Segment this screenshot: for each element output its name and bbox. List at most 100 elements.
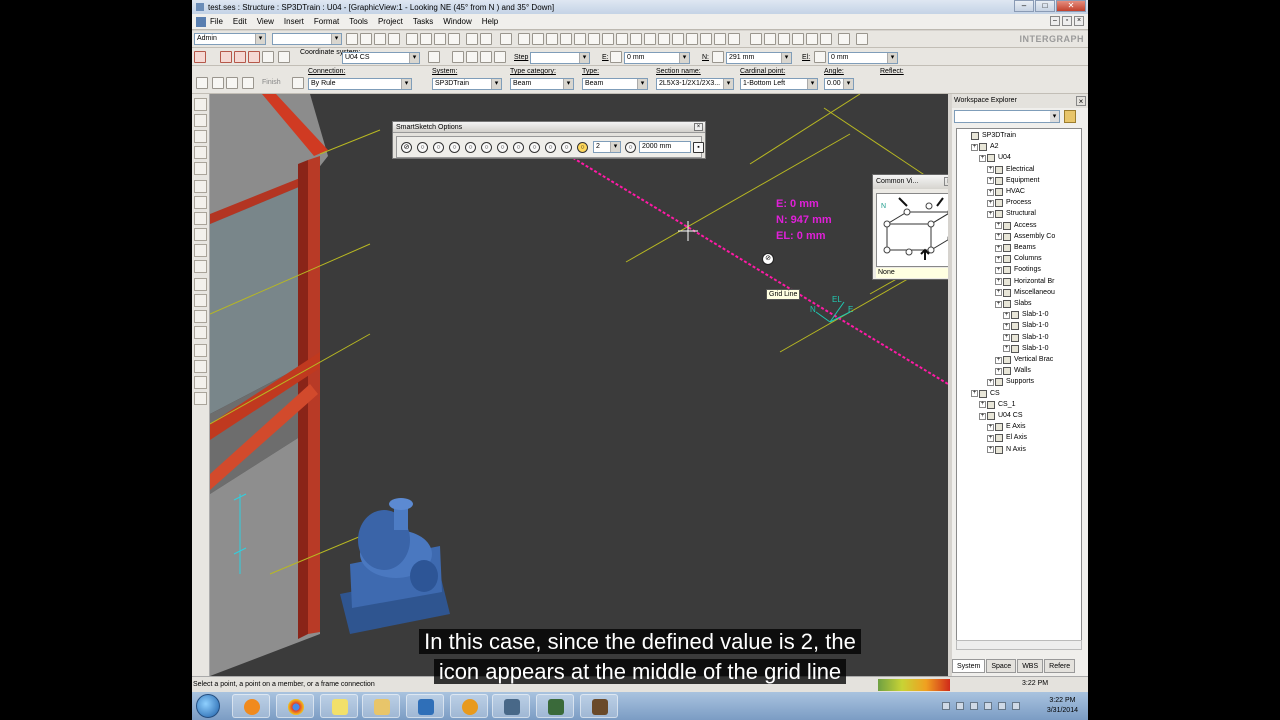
continuous-icon[interactable] bbox=[242, 77, 254, 89]
delete-icon[interactable] bbox=[448, 33, 460, 45]
clipping-icon[interactable] bbox=[820, 33, 832, 45]
tree-node[interactable]: CS bbox=[979, 389, 1000, 399]
elevation-plane-icon[interactable] bbox=[194, 130, 207, 143]
taskbar-notes[interactable] bbox=[320, 694, 358, 718]
snap-offset-icon[interactable]: ○ bbox=[625, 142, 636, 153]
pinpoint-close-icon[interactable] bbox=[194, 51, 206, 63]
tree-node[interactable]: CS_1 bbox=[987, 400, 1016, 410]
set-target-icon[interactable] bbox=[278, 51, 290, 63]
tree-expander[interactable]: + bbox=[1003, 334, 1010, 342]
layer-icon[interactable] bbox=[574, 33, 586, 45]
snap-off-icon[interactable]: ⊘ bbox=[401, 142, 412, 153]
mdi-restore-button[interactable]: ▫ bbox=[1062, 16, 1072, 26]
snap-surface-icon[interactable]: ○ bbox=[545, 142, 556, 153]
section-name-select[interactable]: 2L5X3-1/2X1/2X3... bbox=[656, 78, 734, 90]
select-tool-icon[interactable] bbox=[194, 98, 207, 111]
angle-input[interactable]: 0.00 de bbox=[824, 78, 854, 90]
tree-expander[interactable]: + bbox=[979, 412, 986, 420]
tree-node[interactable]: Vertical Brac bbox=[1003, 355, 1053, 365]
workspace-explorer-close-button[interactable]: × bbox=[1076, 96, 1086, 106]
tree-node[interactable]: Assembly Co bbox=[1003, 232, 1055, 242]
place-door-icon[interactable] bbox=[194, 360, 207, 373]
snap-tangent-icon[interactable]: ○ bbox=[497, 142, 508, 153]
place-stair-icon[interactable] bbox=[194, 278, 207, 291]
move-icon[interactable] bbox=[466, 33, 478, 45]
e-coordinate-input[interactable]: 0 mm bbox=[624, 52, 690, 64]
tree-node[interactable]: A2 bbox=[979, 142, 999, 152]
tree-node[interactable]: U04 CS bbox=[987, 411, 1023, 421]
taskbar-media-player[interactable] bbox=[232, 694, 270, 718]
common-views-close-button[interactable]: ⊠ bbox=[944, 177, 948, 186]
menu-edit[interactable]: Edit bbox=[233, 17, 247, 26]
properties-icon[interactable] bbox=[546, 33, 558, 45]
zoom-area-icon[interactable] bbox=[714, 33, 726, 45]
tree-node[interactable]: Slab-1-0 bbox=[1011, 321, 1048, 331]
tree-node[interactable]: E Axis bbox=[995, 422, 1025, 432]
filter-icon[interactable] bbox=[532, 33, 544, 45]
menu-view[interactable]: View bbox=[257, 17, 274, 26]
look-icon[interactable] bbox=[700, 33, 712, 45]
fit-icon[interactable] bbox=[764, 33, 776, 45]
snap-mid-point-icon[interactable]: ○ bbox=[449, 142, 460, 153]
tree-node[interactable]: Footings bbox=[1003, 265, 1041, 275]
tree-node[interactable]: El Axis bbox=[995, 433, 1027, 443]
pinpoint-icon[interactable] bbox=[220, 51, 232, 63]
tree-node[interactable]: Slab-1-0 bbox=[1011, 333, 1048, 343]
snap-parallel-icon[interactable]: ○ bbox=[529, 142, 540, 153]
tree-node[interactable]: Walls bbox=[1003, 366, 1031, 376]
place-brace-icon[interactable] bbox=[194, 212, 207, 225]
minimize-button[interactable]: – bbox=[1014, 0, 1034, 12]
measure-icon[interactable] bbox=[560, 33, 572, 45]
menu-insert[interactable]: Insert bbox=[284, 17, 304, 26]
place-equipment-foundation-icon[interactable] bbox=[194, 344, 207, 357]
coordinate-system-select[interactable]: U04 CS bbox=[342, 52, 420, 64]
fly-icon[interactable] bbox=[672, 33, 684, 45]
rotate-view-icon[interactable] bbox=[792, 33, 804, 45]
snap-center-icon[interactable]: ○ bbox=[465, 142, 476, 153]
tree-expander[interactable]: + bbox=[987, 423, 994, 431]
tree-node[interactable]: Electrical bbox=[995, 165, 1034, 175]
menu-tools[interactable]: Tools bbox=[349, 17, 368, 26]
permission-group-select[interactable]: Admin bbox=[194, 33, 266, 45]
undo-icon[interactable] bbox=[500, 33, 512, 45]
taskbar-app-1[interactable] bbox=[406, 694, 444, 718]
snap-point-on-icon[interactable]: ○ bbox=[417, 142, 428, 153]
open-icon[interactable] bbox=[360, 33, 372, 45]
taskbar-smart3d[interactable] bbox=[536, 694, 574, 718]
tree-node[interactable]: Slabs bbox=[1003, 299, 1032, 309]
save-icon[interactable] bbox=[374, 33, 386, 45]
folder-icon[interactable] bbox=[1064, 110, 1076, 123]
snap-end-point-icon[interactable]: ○ bbox=[433, 142, 444, 153]
tree-node[interactable]: Columns bbox=[1003, 254, 1042, 264]
view-style-icon[interactable] bbox=[588, 33, 600, 45]
step-select[interactable] bbox=[530, 52, 590, 64]
rectangular-coordinates-icon[interactable] bbox=[234, 51, 246, 63]
member-system-icon[interactable] bbox=[212, 77, 224, 89]
copy-icon[interactable] bbox=[420, 33, 432, 45]
tree-node[interactable]: Process bbox=[995, 198, 1031, 208]
cardinal-point-select[interactable]: 1-Bottom Left bbox=[740, 78, 818, 90]
menu-project[interactable]: Project bbox=[378, 17, 403, 26]
cut-icon[interactable] bbox=[406, 33, 418, 45]
workspace-filter-select[interactable] bbox=[272, 33, 342, 45]
el-coordinate-input[interactable]: 0 mm bbox=[828, 52, 898, 64]
new-icon[interactable] bbox=[346, 33, 358, 45]
tree-expander[interactable]: + bbox=[995, 233, 1002, 241]
snap-perpendicular-icon[interactable]: ○ bbox=[513, 142, 524, 153]
place-opening-icon[interactable] bbox=[194, 326, 207, 339]
taskbar-app-2[interactable] bbox=[450, 694, 488, 718]
n-coordinate-input[interactable]: 291 mm bbox=[726, 52, 792, 64]
cylindrical-coordinates-icon[interactable] bbox=[262, 51, 274, 63]
tree-expander[interactable]: + bbox=[995, 244, 1002, 252]
tree-expander[interactable]: + bbox=[995, 278, 1002, 286]
smartsketch-close-button[interactable]: × bbox=[694, 123, 703, 131]
tray-battery-icon[interactable] bbox=[1012, 702, 1020, 710]
tree-expander[interactable]: + bbox=[1003, 345, 1010, 353]
offset-value-input[interactable]: 2000 mm bbox=[639, 141, 691, 153]
place-slab-icon[interactable] bbox=[194, 228, 207, 241]
zoom-out-icon[interactable] bbox=[778, 33, 790, 45]
tree-node[interactable]: Equipment bbox=[995, 176, 1039, 186]
place-handrail-icon[interactable] bbox=[194, 310, 207, 323]
tree-node[interactable]: Beams bbox=[1003, 243, 1036, 253]
tree-node[interactable]: N Axis bbox=[995, 445, 1026, 455]
